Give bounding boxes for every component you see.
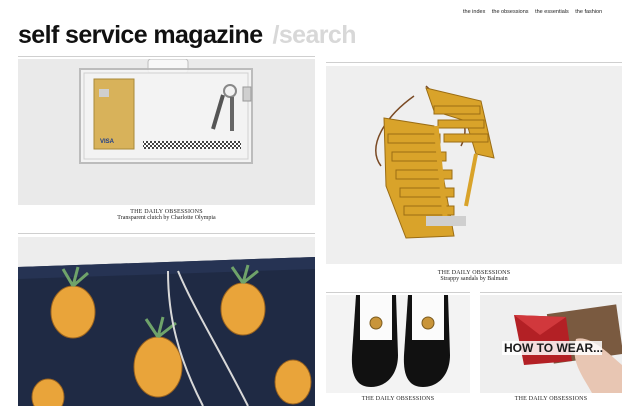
- site-header: self service magazine/search: [18, 21, 356, 50]
- page-section-title: /search: [272, 21, 357, 49]
- divider: [18, 233, 315, 234]
- post-image-shorts[interactable]: [18, 237, 315, 406]
- divider: [480, 292, 622, 293]
- nav-link-index[interactable]: the index: [463, 9, 485, 15]
- post-caption: THE DAILY OBSESSIONS: [326, 396, 470, 402]
- divider: [326, 62, 622, 63]
- post-image-sandals[interactable]: [326, 66, 622, 264]
- post-description[interactable]: Transparent clutch by Charlotte Olympia: [18, 215, 315, 221]
- divider: [326, 292, 470, 293]
- post-category[interactable]: THE DAILY OBSESSIONS: [480, 396, 622, 402]
- site-logo[interactable]: self service magazine: [18, 21, 263, 49]
- how-to-wear-illustration: HOW TO WEAR...: [480, 295, 622, 393]
- card-brand: VISA: [100, 139, 115, 145]
- post-image-how-to-wear[interactable]: HOW TO WEAR...: [480, 295, 622, 393]
- loafers-illustration: [326, 295, 470, 393]
- post-caption: THE DAILY OBSESSIONS Strappy sandals by …: [326, 270, 622, 282]
- nav-link-obsessions[interactable]: the obsessions: [492, 9, 529, 15]
- how-to-wear-banner: HOW TO WEAR...: [504, 341, 603, 355]
- post-caption: THE DAILY OBSESSIONS: [480, 396, 622, 402]
- post-image-clutch[interactable]: VISA: [18, 59, 315, 205]
- nav-link-fashion[interactable]: the fashion: [575, 9, 602, 15]
- shorts-illustration: [18, 237, 315, 406]
- nav-link-essentials[interactable]: the essentials: [535, 9, 569, 15]
- post-image-loafers[interactable]: [326, 295, 470, 393]
- post-caption: THE DAILY OBSESSIONS Transparent clutch …: [18, 209, 315, 221]
- post-description[interactable]: Strappy sandals by Balmain: [326, 276, 622, 282]
- divider: [18, 56, 315, 57]
- top-nav: the index the obsessions the essentials …: [463, 9, 631, 15]
- post-category[interactable]: THE DAILY OBSESSIONS: [326, 396, 470, 402]
- clutch-illustration: VISA: [18, 59, 315, 205]
- sandals-illustration: [326, 66, 622, 264]
